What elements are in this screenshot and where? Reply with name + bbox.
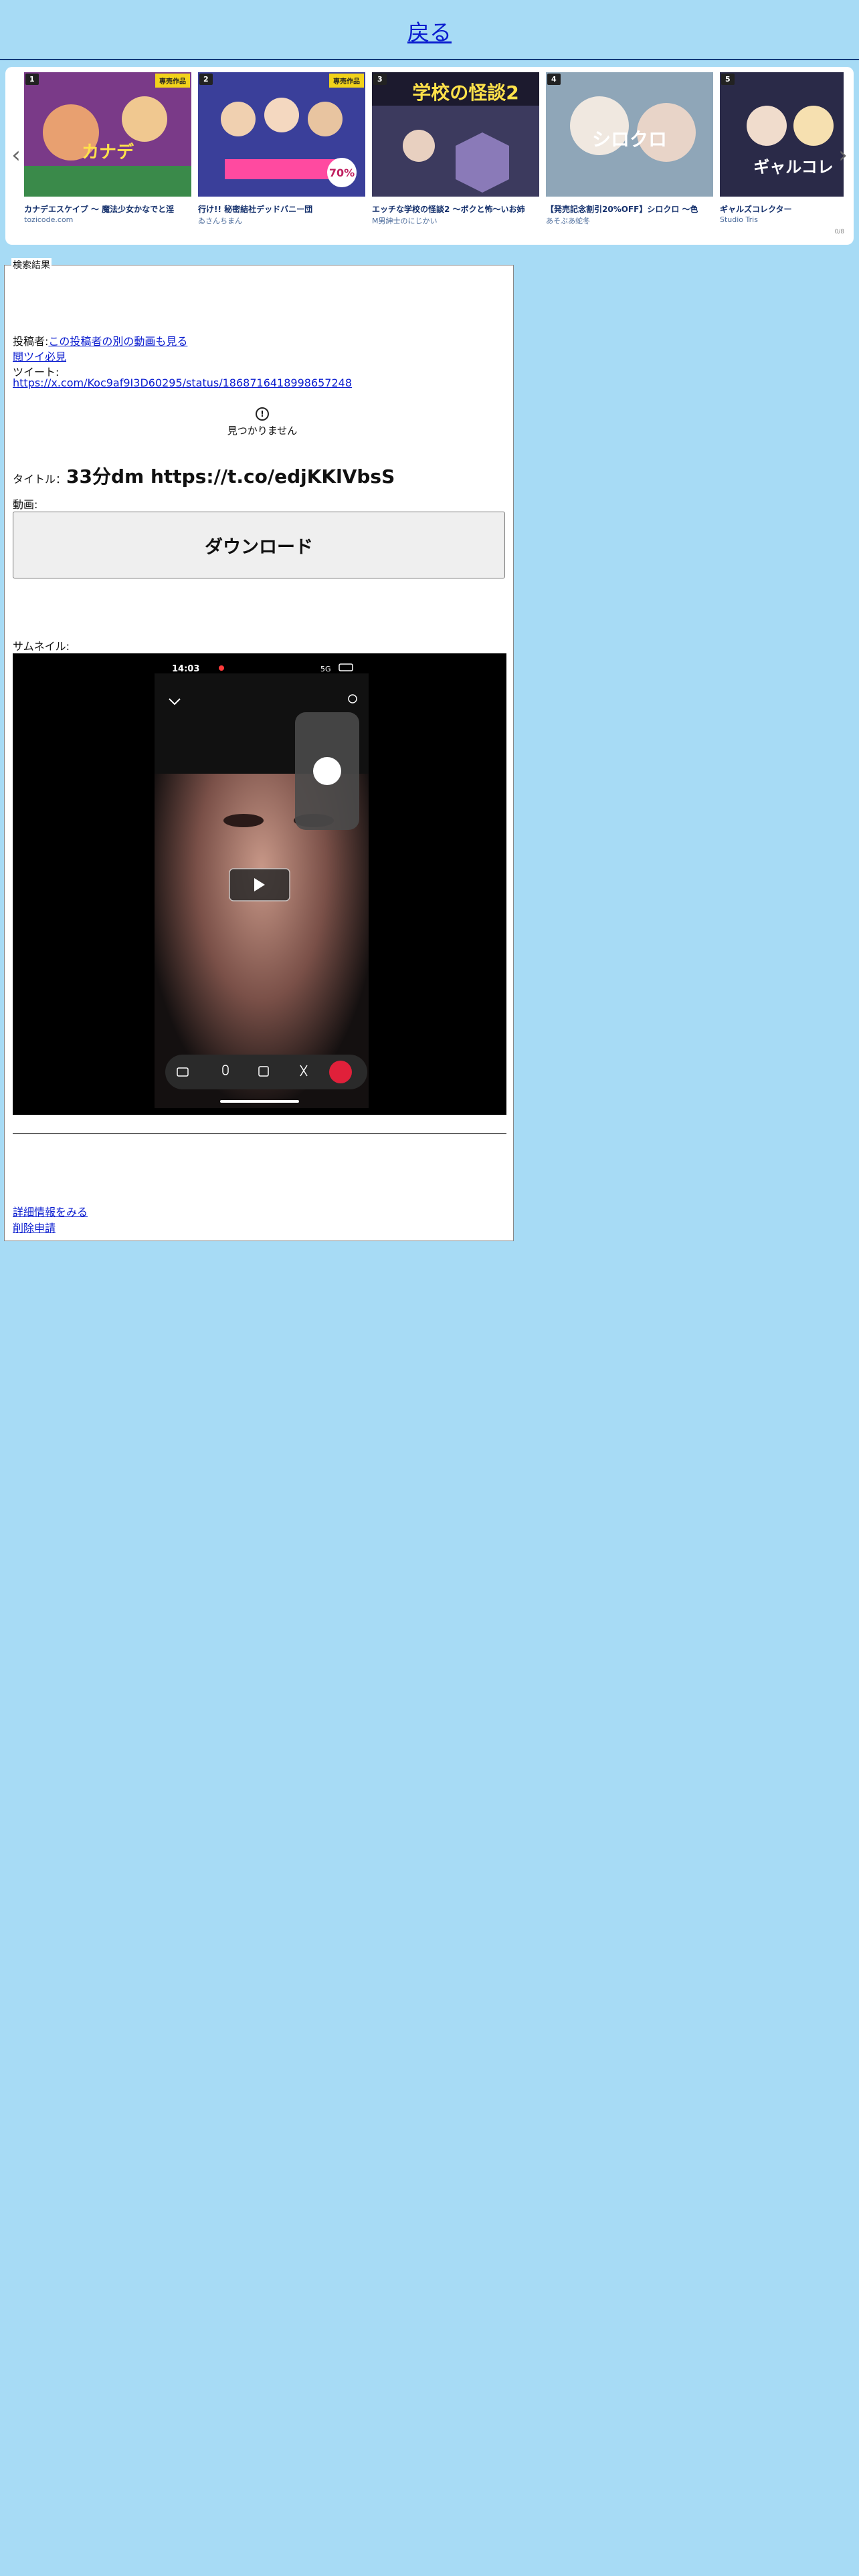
card-image[interactable]: ギャルコレ 5: [720, 72, 844, 197]
phone-status: 5G: [320, 665, 331, 673]
phone-time: 14:03: [172, 664, 199, 674]
card-image[interactable]: カナデ 1 専売作品: [24, 72, 191, 197]
card-art: シロクロ: [546, 72, 713, 197]
card-circle[interactable]: tozicode.com: [24, 215, 191, 224]
card-art: 学校の怪談2: [372, 72, 539, 197]
card-badge: 専売作品: [329, 74, 364, 88]
card-rank: 5: [721, 74, 735, 85]
card-circle[interactable]: ゐさんちまん: [198, 215, 365, 226]
thumbnail-image: 14:03 5G: [13, 653, 506, 1115]
card-rank: 4: [547, 74, 561, 85]
must-see-row: 閲ツイ必見: [13, 348, 66, 364]
download-button[interactable]: ダウンロード: [13, 512, 505, 578]
card-circle[interactable]: M男紳士のにじかい: [372, 215, 539, 226]
poster-other-videos-link[interactable]: この投稿者の別の動画も見る: [48, 335, 187, 348]
svg-text:シロクロ: シロクロ: [592, 128, 667, 150]
carousel-card[interactable]: カナデ 1 専売作品 カナデエスケイプ 〜 魔法少女かなでと淫 tozicode…: [24, 72, 191, 226]
card-art: 70%: [198, 72, 365, 197]
not-found-notice: ! 見つかりません: [5, 407, 520, 437]
search-results: 検索結果 投稿者:この投稿者の別の動画も見る 閲ツイ必見 ツイート: https…: [4, 258, 514, 1241]
card-rank: 3: [373, 74, 387, 85]
video-label: 動画:: [13, 498, 38, 511]
carousel-card[interactable]: ギャルコレ 5 ギャルズコレクター Studio Tris: [720, 72, 844, 226]
svg-text:カナデ: カナデ: [82, 142, 134, 163]
title-label: タイトル：: [13, 473, 67, 486]
card-title[interactable]: 行け!! 秘密結社デッドバニー団: [198, 203, 365, 215]
svg-text:学校の怪談2: 学校の怪談2: [412, 82, 518, 104]
svg-text:70%: 70%: [329, 167, 355, 179]
carousel-card[interactable]: 学校の怪談2 3 エッチな学校の怪談2 〜ボクと怖〜いお姉 M男紳士のにじかい: [372, 72, 539, 226]
details-link[interactable]: 詳細情報をみる: [13, 1206, 88, 1218]
tweet-row: https://x.com/Koc9af9I3D60295/status/186…: [13, 377, 352, 389]
chevron-right-icon[interactable]: ›: [835, 142, 851, 169]
card-title[interactable]: カナデエスケイプ 〜 魔法少女かなでと淫: [24, 203, 191, 215]
card-art: カナデ: [24, 72, 191, 197]
card-art: ギャルコレ: [720, 72, 844, 197]
card-title[interactable]: エッチな学校の怪談2 〜ボクと怖〜いお姉: [372, 203, 539, 215]
details-row: 詳細情報をみる: [13, 1203, 88, 1219]
card-rank: 2: [199, 74, 213, 85]
card-badge: 専売作品: [155, 74, 190, 88]
card-title[interactable]: 【発売記念割引20%OFF】シロクロ 〜色: [546, 203, 713, 215]
page-indicator: 0/8: [834, 229, 844, 235]
card-title[interactable]: ギャルズコレクター: [720, 203, 844, 215]
info-icon: !: [256, 407, 269, 421]
divider: [13, 1133, 506, 1134]
poster-label: 投稿者:: [13, 335, 49, 348]
back-link[interactable]: 戻る: [0, 15, 859, 47]
poster-row: 投稿者:この投稿者の別の動画も見る: [13, 332, 187, 348]
delete-request-link[interactable]: 削除申請: [13, 1222, 56, 1235]
ad-carousel: ‹ カナデ 1 専売作品 カナデエスケイプ 〜 魔法少女かなでと淫 tozico…: [5, 67, 854, 245]
thumbnail-label: サムネイル:: [13, 640, 70, 653]
results-legend: 検索結果: [11, 258, 52, 272]
carousel-card[interactable]: シロクロ 4 【発売記念割引20%OFF】シロクロ 〜色 あそぶあ蛇冬: [546, 72, 713, 226]
header: 戻る: [0, 0, 859, 60]
card-image[interactable]: シロクロ 4: [546, 72, 713, 197]
card-image[interactable]: 70% 2 専売作品: [198, 72, 365, 197]
card-circle[interactable]: Studio Tris: [720, 215, 844, 224]
title-row: タイトル：33分dm https://t.co/edjKKlVbsS: [13, 462, 395, 489]
title-value: 33分dm https://t.co/edjKKlVbsS: [66, 465, 395, 488]
delete-row: 削除申請: [13, 1219, 56, 1235]
card-image[interactable]: 学校の怪談2 3: [372, 72, 539, 197]
not-found-text: 見つかりません: [227, 425, 298, 437]
must-see-link[interactable]: 閲ツイ必見: [13, 350, 66, 363]
video-thumbnail[interactable]: 14:03 5G: [13, 653, 506, 1115]
carousel-cards: カナデ 1 専売作品 カナデエスケイプ 〜 魔法少女かなでと淫 tozicode…: [24, 72, 844, 226]
card-circle[interactable]: あそぶあ蛇冬: [546, 215, 713, 226]
carousel-card[interactable]: 70% 2 専売作品 行け!! 秘密結社デッドバニー団 ゐさんちまん: [198, 72, 365, 226]
chevron-left-icon[interactable]: ‹: [8, 142, 24, 169]
svg-text:ギャルコレ: ギャルコレ: [753, 158, 834, 177]
card-rank: 1: [25, 74, 39, 85]
tweet-url-link[interactable]: https://x.com/Koc9af9I3D60295/status/186…: [13, 377, 352, 389]
